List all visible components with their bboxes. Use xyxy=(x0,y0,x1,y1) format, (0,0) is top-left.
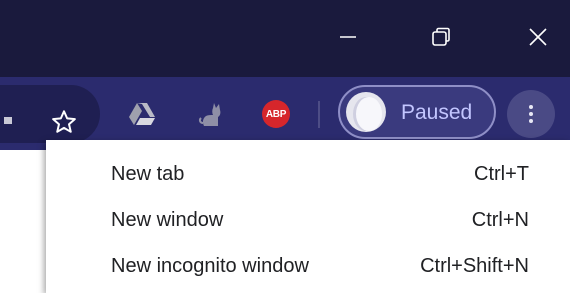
profile-status-label: Paused xyxy=(401,101,473,124)
menu-item-label: New tab xyxy=(111,163,185,185)
drive-icon xyxy=(129,103,155,125)
restore-button[interactable] xyxy=(418,14,464,60)
menu-item-new-tab[interactable]: New tab Ctrl+T xyxy=(46,153,570,199)
bookmark-star-button[interactable] xyxy=(49,107,79,137)
avatar-silhouette xyxy=(356,97,382,131)
avatar xyxy=(346,92,386,132)
menu-item-shortcut: Ctrl+N xyxy=(471,209,529,231)
minimize-button[interactable] xyxy=(325,14,371,60)
close-icon xyxy=(529,28,547,46)
menu-item-new-incognito-window[interactable]: New incognito window Ctrl+Shift+N xyxy=(46,245,570,291)
browser-window: ABP Paused New tab Ctrl+T New window Ctr… xyxy=(0,0,570,293)
star-icon xyxy=(52,110,76,133)
menu-item-new-window[interactable]: New window Ctrl+N xyxy=(46,199,570,245)
omnibox-action-icon xyxy=(4,117,12,124)
abp-icon: ABP xyxy=(262,100,290,128)
chrome-app-menu: New tab Ctrl+T New window Ctrl+N New inc… xyxy=(46,140,570,293)
menu-item-label: New window xyxy=(111,209,224,231)
menu-item-shortcut: Ctrl+Shift+N xyxy=(420,255,529,277)
drive-extension-button[interactable] xyxy=(126,98,158,130)
adblock-extension-button[interactable]: ABP xyxy=(260,98,292,130)
close-button[interactable] xyxy=(515,14,561,60)
profile-button[interactable]: Paused xyxy=(338,85,496,139)
minimize-icon xyxy=(340,36,356,38)
chrome-menu-button[interactable] xyxy=(507,90,555,138)
page-content xyxy=(0,150,46,293)
cat-icon xyxy=(198,103,221,126)
menu-item-shortcut: Ctrl+T xyxy=(474,163,529,185)
kebab-menu-icon xyxy=(529,105,533,123)
restore-icon xyxy=(432,27,450,46)
toolbar-divider xyxy=(318,101,320,128)
title-bar xyxy=(0,0,570,77)
omnibox[interactable] xyxy=(0,85,100,143)
cat-extension-button[interactable] xyxy=(195,98,227,130)
menu-item-label: New incognito window xyxy=(111,255,309,277)
